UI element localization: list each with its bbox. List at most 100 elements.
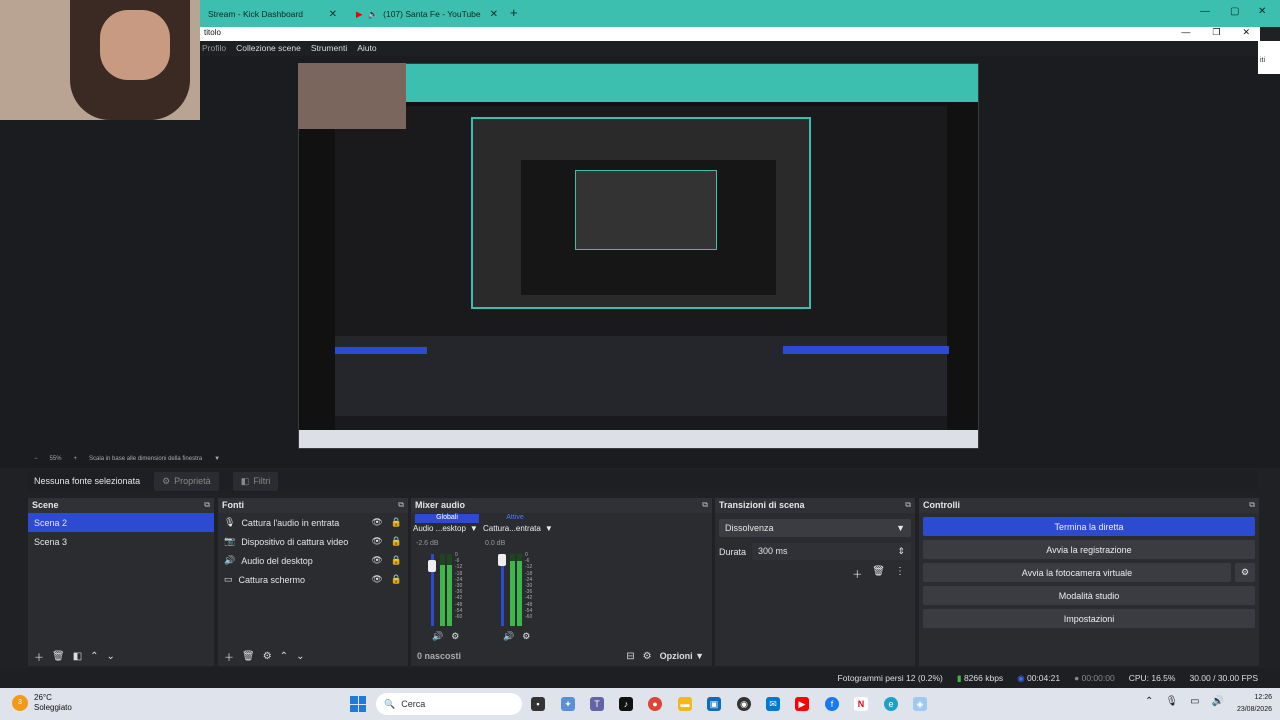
weather-widget[interactable]: 3 26°C Soleggiato	[12, 693, 72, 713]
chrome-icon[interactable]: ●	[648, 697, 662, 711]
close-icon[interactable]: ✕	[1258, 6, 1266, 17]
speaker-icon[interactable]: 🔊	[432, 631, 443, 642]
add-icon[interactable]: ＋	[34, 649, 44, 664]
close-tab-icon[interactable]: ✕	[490, 9, 498, 20]
tab-globali[interactable]: Globali	[415, 514, 479, 523]
mixer-channel-name[interactable]: Cattura...entrata ▼	[483, 524, 553, 533]
menu-aiuto[interactable]: Aiuto	[357, 43, 376, 54]
add-icon[interactable]: ＋	[852, 566, 862, 581]
arrow-down-icon[interactable]: ⌄	[107, 651, 115, 662]
tab-attive[interactable]: Attive	[481, 514, 549, 523]
gear-icon[interactable]: ⚙	[451, 631, 459, 642]
teams-icon[interactable]: T	[590, 697, 604, 711]
gear-icon[interactable]: ⚙	[522, 631, 530, 642]
volume-knob[interactable]	[428, 560, 436, 572]
trash-icon[interactable]: 🗑	[872, 566, 885, 581]
copilot-icon[interactable]: ✦	[561, 697, 575, 711]
gear-icon[interactable]: ⚙	[1235, 563, 1255, 582]
duration-row: Durata 300 ms ⇕	[719, 543, 911, 560]
more-icon[interactable]: ⋮	[895, 566, 905, 581]
undock-icon[interactable]: ⧉	[398, 500, 404, 511]
scene-item[interactable]: Scena 2	[28, 513, 214, 532]
volume-icon[interactable]: 🔊	[1212, 696, 1224, 707]
eye-icon[interactable]: 👁	[371, 555, 382, 566]
edge-icon[interactable]: e	[884, 697, 898, 711]
arrow-down-icon[interactable]: ⌄	[296, 651, 304, 662]
undock-icon[interactable]: ⧉	[905, 500, 911, 511]
options-button[interactable]: Opzioni ▼	[660, 651, 712, 661]
lock-icon[interactable]: 🔒	[391, 574, 402, 585]
settings-button[interactable]: Impostazioni	[923, 609, 1255, 628]
source-item[interactable]: 🎙 Cattura l'audio in entrata 👁 🔒	[218, 513, 408, 532]
close-tab-icon[interactable]: ✕	[329, 9, 337, 20]
zoom-in-icon[interactable]: +	[74, 456, 78, 462]
volume-knob[interactable]	[498, 554, 506, 566]
settings-icon[interactable]: ⚙	[643, 651, 652, 662]
obs-icon[interactable]: ◉	[737, 697, 751, 711]
trash-icon[interactable]: 🗑	[52, 651, 65, 662]
chevron-down-icon[interactable]: ▼	[214, 456, 220, 462]
scale-mode[interactable]: Scala in base alle dimensioni della fine…	[89, 456, 202, 462]
clock[interactable]: 12:26 23/08/2026	[1237, 692, 1272, 716]
zoom-out-icon[interactable]: −	[34, 456, 38, 462]
filter-icon[interactable]: ◧	[73, 651, 82, 662]
duration-input[interactable]: 300 ms ⇕	[752, 543, 911, 560]
eye-icon[interactable]: 👁	[371, 517, 382, 528]
studio-mode-button[interactable]: Modalità studio	[923, 586, 1255, 605]
transition-select[interactable]: Dissolvenza ▼	[719, 519, 911, 537]
source-item[interactable]: 📷 Dispositivo di cattura video 👁 🔒	[218, 532, 408, 551]
virtual-camera-button[interactable]: Avvia la fotocamera virtuale	[923, 563, 1231, 582]
tab-kick-dashboard[interactable]: Stream - Kick Dashboard ✕	[200, 3, 345, 25]
youtube-icon[interactable]: ▶	[795, 697, 809, 711]
maximize-icon[interactable]: ▢	[1230, 6, 1239, 17]
microphone-icon[interactable]: 🎙	[1165, 696, 1178, 707]
minimize-icon[interactable]: —	[1200, 6, 1210, 17]
tab-youtube[interactable]: ▶ 🔈 (107) Santa Fe - YouTube ✕	[348, 3, 506, 25]
mixer-channel-name[interactable]: Audio ...esktop ▼	[413, 524, 478, 533]
facebook-icon[interactable]: f	[825, 697, 839, 711]
channel-label: Cattura...entrata	[483, 524, 541, 533]
folder-icon[interactable]: ▬	[678, 697, 692, 711]
windows-start-icon[interactable]	[350, 696, 366, 712]
minimize-icon[interactable]: —	[1181, 27, 1190, 38]
gear-icon[interactable]: ⚙	[263, 651, 272, 662]
arrow-up-icon[interactable]: ⌃	[90, 651, 98, 662]
menu-profilo[interactable]: Profilo	[202, 43, 226, 54]
trash-icon[interactable]: 🗑	[242, 651, 255, 662]
restore-icon[interactable]: ❐	[1212, 27, 1220, 38]
taskbar-search[interactable]: 🔍 Cerca	[376, 693, 522, 715]
tiktok-icon[interactable]: ♪	[619, 697, 633, 711]
start-recording-button[interactable]: Avvia la registrazione	[923, 540, 1255, 559]
source-item[interactable]: ▭ Cattura schermo 👁 🔒	[218, 570, 408, 589]
lock-icon[interactable]: 🔒	[391, 536, 402, 547]
arrow-up-icon[interactable]: ⌃	[280, 651, 288, 662]
eye-icon[interactable]: 👁	[371, 536, 382, 547]
terminal-icon[interactable]: ▪	[531, 697, 545, 711]
undock-icon[interactable]: ⧉	[702, 500, 708, 511]
outlook-icon[interactable]: ✉	[766, 697, 780, 711]
lock-icon[interactable]: 🔒	[391, 555, 402, 566]
store-icon[interactable]: ▣	[707, 697, 721, 711]
menu-collezione-scene[interactable]: Collezione scene	[236, 43, 301, 54]
fps: 30.00 / 30.00 FPS	[1189, 673, 1258, 683]
close-icon[interactable]: ✕	[1242, 27, 1250, 38]
filters-button[interactable]: ◧ Filtri	[232, 471, 279, 491]
lock-icon[interactable]: 🔒	[391, 517, 402, 528]
speaker-icon[interactable]: 🔊	[503, 631, 514, 642]
scene-item[interactable]: Scena 3	[28, 532, 214, 551]
undock-icon[interactable]: ⧉	[204, 500, 210, 511]
netflix-icon[interactable]: N	[854, 697, 868, 711]
eye-icon[interactable]: 👁	[371, 574, 382, 585]
undock-icon[interactable]: ⧉	[1249, 500, 1255, 511]
menu-strumenti[interactable]: Strumenti	[311, 43, 347, 54]
vpn-icon[interactable]: ◈	[913, 697, 927, 711]
network-icon[interactable]: ▭	[1190, 696, 1199, 707]
layout-icon[interactable]: ⊟	[626, 651, 634, 662]
new-tab-button[interactable]: +	[510, 5, 518, 20]
add-icon[interactable]: ＋	[224, 649, 234, 664]
source-item[interactable]: 🔊 Audio del desktop 👁 🔒	[218, 551, 408, 570]
chevron-up-icon[interactable]: ⌃	[1145, 696, 1153, 707]
stop-stream-button[interactable]: Termina la diretta	[923, 517, 1255, 536]
properties-button[interactable]: ⚙ Proprietà	[154, 471, 219, 491]
spinner-icon[interactable]: ⇕	[897, 546, 905, 557]
